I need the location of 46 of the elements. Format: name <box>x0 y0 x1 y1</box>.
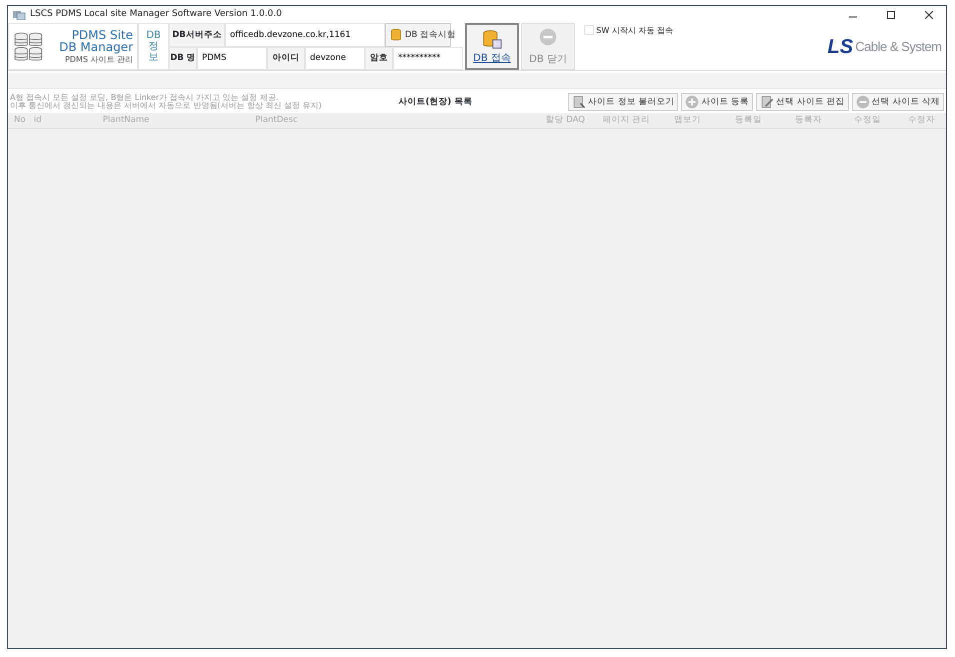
column-header: 등록일 <box>734 114 763 128</box>
notice-text: 이후 통신에서 갱신되는 내용은 서버에서 자동으로 반영됨(서버는 항상 최신 설정 유지) <box>10 102 323 110</box>
column-header: 맵보기 <box>672 114 702 128</box>
column-header: 수정일 <box>852 114 882 128</box>
minus-icon <box>856 95 870 109</box>
column-header: id <box>32 114 43 128</box>
input-field[interactable]: officedb.devzone.co.kr,1161 <box>225 23 385 47</box>
app-title: DB Manager <box>59 41 133 54</box>
field-label: 암호 <box>365 47 393 70</box>
checkbox-label: SW 시작시 자동 접속 <box>596 25 673 38</box>
list-title: 사이트(현장) 목록 <box>398 96 474 108</box>
database-icon <box>389 28 403 42</box>
database-icon <box>482 29 502 49</box>
column-header: 할당 DAQ <box>544 114 586 128</box>
logo-mark: LS <box>827 34 854 60</box>
plus-icon <box>685 95 700 109</box>
column-header: No <box>13 114 27 128</box>
delete-button[interactable]: 선택 사이트 삭제 <box>852 93 944 111</box>
logo-text: Cable & System <box>855 38 942 56</box>
app-title: PDMS Site <box>72 28 133 42</box>
auto-connect-checkbox[interactable] <box>584 25 594 36</box>
edit-button[interactable]: 선택 사이트 편집 <box>756 93 849 111</box>
field-label: DB 명 <box>169 47 197 70</box>
column-header: 페이지 관리 <box>601 114 652 128</box>
load-button[interactable]: 사이트 정보 불러오기 <box>568 93 678 111</box>
section-label: DB 정보 <box>138 23 169 70</box>
close-icon <box>925 10 933 18</box>
notice-text: A형 접속시 모든 설정 로딩, B형은 Linker가 접속시 가지고 있는 설정 제공. <box>10 94 280 102</box>
window-title: LSCS PDMS Local site Manager Software Version 1.0.0.0 <box>30 8 282 21</box>
input-field[interactable]: ********** <box>393 47 463 70</box>
maximize-icon <box>887 10 895 18</box>
app-icon <box>12 10 26 20</box>
column-header: 수정자 <box>906 114 936 128</box>
column-header: 등록자 <box>794 114 823 128</box>
column-header: PlantName <box>102 114 150 128</box>
field-label: 아이디 <box>267 47 305 70</box>
app-subtitle: PDMS 사이트 관리 <box>64 56 133 64</box>
document-icon <box>760 95 774 109</box>
connect-button[interactable]: DB 접속 <box>465 23 519 70</box>
add-button[interactable]: 사이트 등록 <box>681 93 754 111</box>
document-icon <box>572 95 586 109</box>
input-field[interactable]: devzone <box>305 47 365 70</box>
field-label: DB서버주소 <box>169 23 225 47</box>
input-field[interactable]: PDMS <box>197 47 267 70</box>
column-header: PlantDesc <box>254 114 299 128</box>
minus-icon <box>539 28 557 46</box>
